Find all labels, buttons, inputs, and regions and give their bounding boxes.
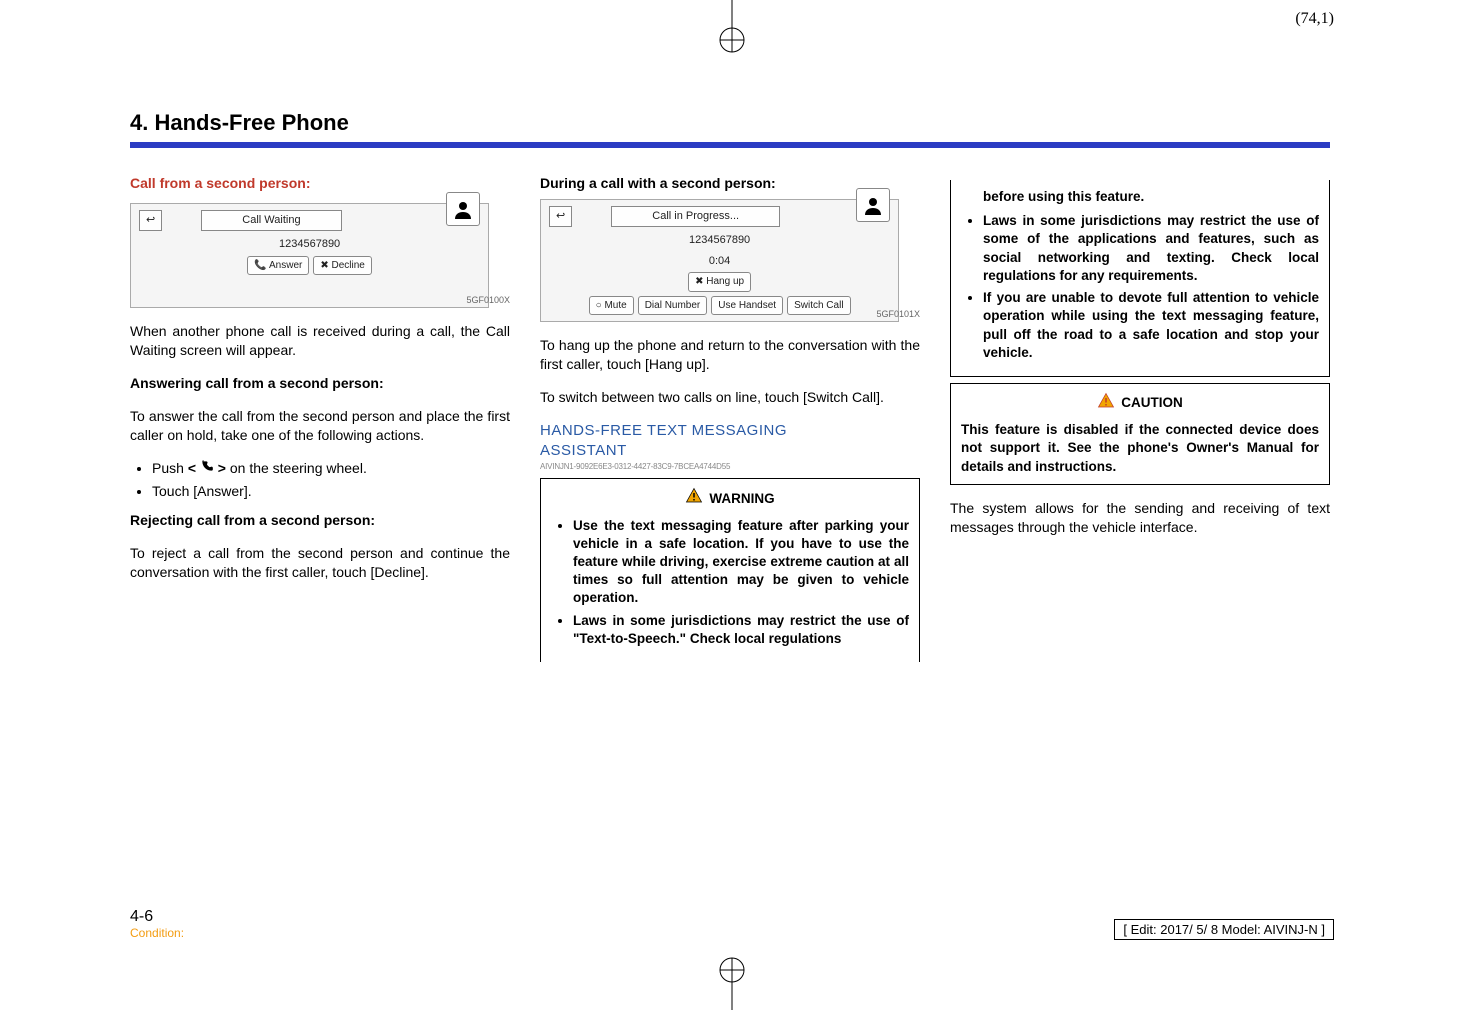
fig2-number: 1234567890 — [549, 233, 890, 248]
col1-h-reject: Rejecting call from a second person: — [130, 511, 510, 530]
column-2: During a call with a second person: ↩ Ca… — [540, 174, 920, 668]
caution-box: CAUTION This feature is disabled if the … — [950, 383, 1330, 485]
col1-p2: To answer the call from the second perso… — [130, 407, 510, 445]
content-area: 4. Hands-Free Phone Call from a second p… — [130, 110, 1330, 668]
column-3: before using this feature. Laws in some … — [950, 174, 1330, 668]
fig2-switch-button: Switch Call — [787, 296, 850, 316]
fig1-title: Call Waiting — [201, 210, 341, 231]
warning-box-part1: WARNING Use the text messaging feature a… — [540, 478, 920, 662]
warn-item-4: If you are unable to devote full attenti… — [983, 289, 1319, 362]
fig1-decline-label: Decline — [332, 260, 365, 271]
warn-item-3: Laws in some jurisdictions may restrict … — [983, 212, 1319, 285]
page-root: (74,1) 4. Hands-Free Phone Call from a s… — [0, 0, 1464, 1010]
col2-p1: To hang up the phone and return to the c… — [540, 336, 920, 374]
columns: Call from a second person: ↩ Call Waitin… — [130, 174, 1330, 668]
blue-heading-1: HANDS-FREE TEXT MESSAGING — [540, 421, 920, 441]
col1-h-answer: Answering call from a second person: — [130, 374, 510, 393]
fig2-code: 5GF0101X — [876, 308, 920, 320]
fig2-dial-button: Dial Number — [638, 296, 708, 316]
col1-red-heading: Call from a second person: — [130, 174, 510, 193]
footer: 4-6 Condition: [ Edit: 2017/ 5/ 8 Model:… — [130, 908, 1334, 940]
col2-p2: To switch between two calls on line, tou… — [540, 388, 920, 407]
col1-p3: To reject a call from the second person … — [130, 544, 510, 582]
warn-item-2: Laws in some jurisdictions may restrict … — [573, 612, 909, 648]
warning-box-part2: before using this feature. Laws in some … — [950, 180, 1330, 377]
caution-body: This feature is disabled if the connecte… — [961, 421, 1319, 476]
fig2-title: Call in Progress... — [611, 206, 780, 227]
blue-heading-2: ASSISTANT — [540, 441, 920, 461]
column-1: Call from a second person: ↩ Call Waitin… — [130, 174, 510, 668]
col1-li2: Touch [Answer]. — [152, 482, 510, 501]
registration-mark-bottom — [712, 950, 752, 1010]
col1-p1: When another phone call is received duri… — [130, 322, 510, 360]
avatar-icon — [446, 192, 480, 226]
fig1-number: 1234567890 — [139, 237, 480, 252]
avatar-icon-2 — [856, 188, 890, 222]
fig1-answer-button: 📞 Answer — [247, 256, 309, 276]
figure-call-waiting: ↩ Call Waiting 1234567890 📞 Answer ✖ Dec… — [130, 203, 510, 308]
chapter-rule — [130, 142, 1330, 148]
warning-icon — [685, 487, 703, 510]
back-icon: ↩ — [139, 210, 162, 231]
fig2-mute-button: ○ Mute — [589, 296, 634, 316]
back-icon-2: ↩ — [549, 206, 572, 227]
warning-header: WARNING — [551, 487, 909, 510]
warning-list-part1: Use the text messaging feature after par… — [551, 517, 909, 649]
chapter-title: 4. Hands-Free Phone — [130, 110, 1330, 136]
caution-icon — [1097, 392, 1115, 415]
col1-li1-b: on the steering wheel. — [226, 460, 367, 476]
fig1-code: 5GF0100X — [466, 294, 510, 306]
caution-header: CAUTION — [961, 392, 1319, 415]
col1-list: Push < > on the steering wheel. Touch [A… — [130, 459, 510, 502]
footer-left: 4-6 Condition: — [130, 908, 184, 940]
registration-mark-top — [712, 0, 752, 60]
warning-title: WARNING — [709, 490, 774, 508]
fig2-hangup-button: ✖ Hang up — [688, 272, 751, 292]
fig1-answer-label: Answer — [269, 260, 302, 271]
fig1-decline-button: ✖ Decline — [313, 256, 372, 276]
warn-item-2-cont: before using this feature. — [961, 188, 1319, 206]
warn-item-1: Use the text messaging feature after par… — [573, 517, 909, 608]
col1-li1-a: Push — [152, 460, 188, 476]
condition-label: Condition: — [130, 926, 184, 940]
page-annotation: (74,1) — [1295, 10, 1334, 28]
fig2-hangup-label: Hang up — [706, 276, 744, 287]
fig2-mute-label: Mute — [604, 300, 626, 311]
phone-icon — [200, 459, 214, 478]
fig2-handset-button: Use Handset — [711, 296, 783, 316]
caution-title: CAUTION — [1121, 394, 1183, 412]
warning-list-part2: Laws in some jurisdictions may restrict … — [961, 212, 1319, 362]
col3-p-after: The system allows for the sending and re… — [950, 499, 1330, 537]
guid-code: AIVINJN1-9092E6E3-0312-4427-83C9-7BCEA47… — [540, 462, 920, 473]
fig2-timer: 0:04 — [549, 254, 890, 269]
page-number: 4-6 — [130, 908, 184, 926]
col1-li1: Push < > on the steering wheel. — [152, 459, 510, 479]
figure-call-progress: ↩ Call in Progress... 1234567890 0:04 ✖ … — [540, 199, 920, 323]
edit-info-box: [ Edit: 2017/ 5/ 8 Model: AIVINJ-N ] — [1114, 919, 1334, 940]
